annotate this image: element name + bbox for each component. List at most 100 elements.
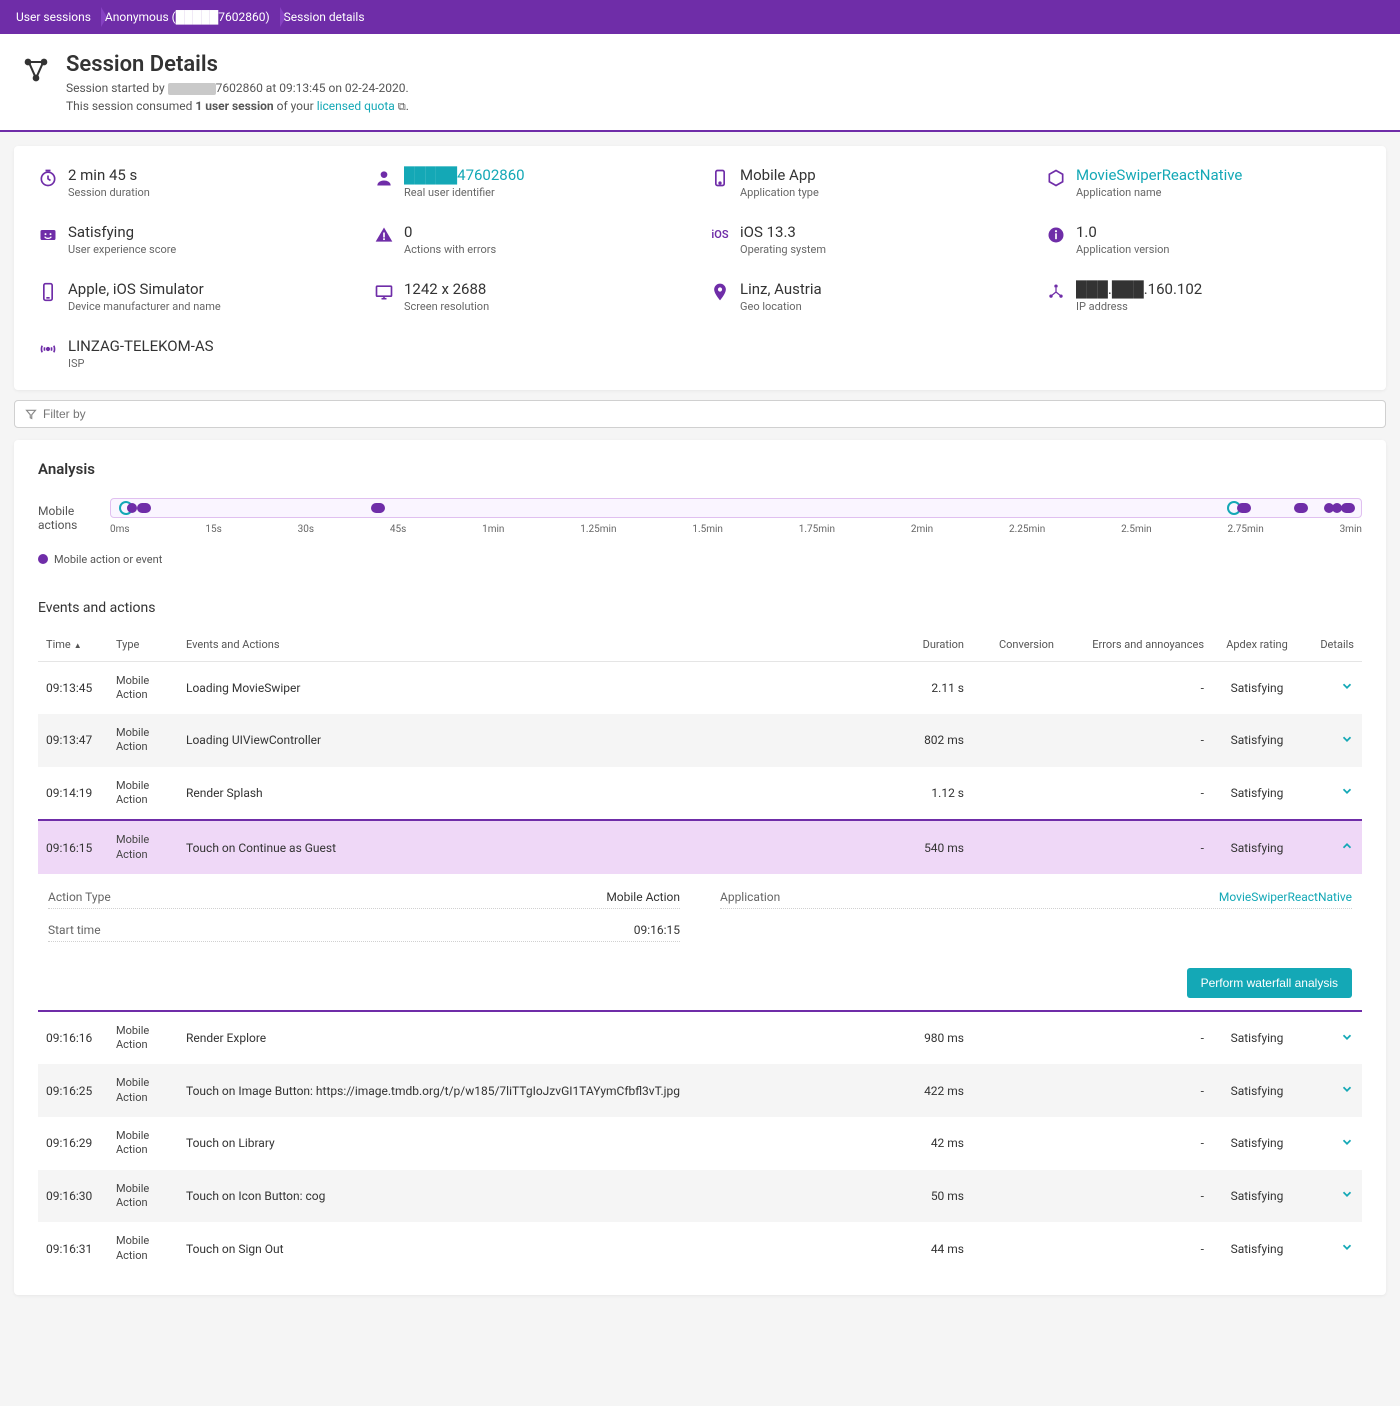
chevron-down-icon[interactable] — [1340, 1135, 1354, 1149]
header-subtitle-2: This session consumed 1 user session of … — [66, 97, 409, 116]
cell-details[interactable] — [1302, 661, 1362, 714]
hexagon-icon — [1046, 168, 1066, 188]
cell-details[interactable] — [1302, 714, 1362, 767]
timeline-tick: 2.5min — [1121, 524, 1152, 535]
chevron-down-icon[interactable] — [1340, 784, 1354, 798]
metric-isp: LINZAG-TELEKOM-AS ISP — [38, 337, 354, 370]
phone-icon — [38, 282, 58, 302]
cell-duration: 540 ms — [882, 820, 972, 874]
col-details[interactable]: Details — [1302, 628, 1362, 662]
cell-conversion — [972, 820, 1062, 874]
breadcrumb-item-sessions[interactable]: User sessions — [12, 8, 101, 26]
cell-duration: 422 ms — [882, 1064, 972, 1117]
cell-apdex: Satisfying — [1212, 1117, 1302, 1170]
table-row[interactable]: 09:13:47 MobileAction Loading UIViewCont… — [38, 714, 1362, 767]
cell-details[interactable] — [1302, 767, 1362, 821]
filter-bar[interactable] — [14, 400, 1386, 428]
metric-value: Linz, Austria — [740, 280, 822, 298]
cell-details[interactable] — [1302, 820, 1362, 874]
pin-icon — [710, 282, 730, 302]
metric-label: Actions with errors — [404, 243, 496, 256]
cell-details[interactable] — [1302, 1011, 1362, 1065]
metric-device-manufacturer-and-name: Apple, iOS Simulator Device manufacturer… — [38, 280, 354, 313]
timeline-tick: 0ms — [110, 524, 130, 535]
metric-label: Application name — [1076, 186, 1242, 199]
network-icon — [1046, 282, 1066, 302]
cell-details[interactable] — [1302, 1170, 1362, 1223]
cell-time: 09:16:30 — [38, 1170, 108, 1223]
chevron-down-icon[interactable] — [1340, 732, 1354, 746]
cell-action: Touch on Sign Out — [178, 1222, 882, 1275]
timeline-event[interactable] — [371, 503, 385, 513]
chevron-down-icon[interactable] — [1340, 1187, 1354, 1201]
cell-apdex: Satisfying — [1212, 1222, 1302, 1275]
timeline-tick: 30s — [298, 524, 314, 535]
timeline-event[interactable] — [1294, 503, 1308, 513]
cell-time: 09:16:31 — [38, 1222, 108, 1275]
cell-details[interactable] — [1302, 1117, 1362, 1170]
metric-label: Session duration — [68, 186, 150, 199]
metric-label: User experience score — [68, 243, 176, 256]
metric-value: 1242 x 2688 — [404, 280, 489, 298]
cell-duration: 44 ms — [882, 1222, 972, 1275]
cell-details[interactable] — [1302, 1222, 1362, 1275]
breadcrumb-item-anonymous[interactable]: Anonymous (█████7602860) — [101, 8, 280, 26]
table-row[interactable]: 09:16:15 MobileAction Touch on Continue … — [38, 820, 1362, 874]
col-apdex[interactable]: Apdex rating — [1212, 628, 1302, 662]
cell-apdex: Satisfying — [1212, 1011, 1302, 1065]
cell-duration: 1.12 s — [882, 767, 972, 821]
metric-value[interactable]: MovieSwiperReactNative — [1076, 166, 1242, 184]
chevron-down-icon[interactable] — [1340, 1240, 1354, 1254]
cell-type: MobileAction — [108, 661, 178, 714]
metric-label: Application version — [1076, 243, 1170, 256]
col-events-actions[interactable]: Events and Actions — [178, 628, 882, 662]
col-time[interactable]: Time▲ — [38, 628, 108, 662]
metrics-card: 2 min 45 s Session duration █████4760286… — [14, 146, 1386, 390]
table-row[interactable]: 09:16:30 MobileAction Touch on Icon Butt… — [38, 1170, 1362, 1223]
timeline-axis: 0ms15s30s45s1min1.25min1.5min1.75min2min… — [110, 524, 1362, 535]
col-conversion[interactable]: Conversion — [972, 628, 1062, 662]
cell-details[interactable] — [1302, 1064, 1362, 1117]
cell-errors: - — [1062, 1011, 1212, 1065]
col-duration[interactable]: Duration — [882, 628, 972, 662]
table-row[interactable]: 09:16:31 MobileAction Touch on Sign Out … — [38, 1222, 1362, 1275]
timeline-tick: 3min — [1340, 524, 1362, 535]
chevron-down-icon[interactable] — [1340, 679, 1354, 693]
timeline-row-label: Mobile actions — [38, 498, 98, 532]
metric-label: Device manufacturer and name — [68, 300, 221, 313]
metric-value[interactable]: █████47602860 — [404, 166, 525, 184]
timeline-event[interactable] — [127, 503, 137, 513]
chevron-up-icon[interactable] — [1340, 839, 1354, 853]
cell-conversion — [972, 1011, 1062, 1065]
cell-time: 09:13:47 — [38, 714, 108, 767]
table-row[interactable]: 09:16:16 MobileAction Render Explore 980… — [38, 1011, 1362, 1065]
cell-type: MobileAction — [108, 1064, 178, 1117]
table-row[interactable]: 09:14:19 MobileAction Render Splash 1.12… — [38, 767, 1362, 821]
col-type[interactable]: Type — [108, 628, 178, 662]
metric-value: Mobile App — [740, 166, 819, 184]
metric-value: 0 — [404, 223, 496, 241]
filter-input[interactable] — [43, 407, 1375, 421]
chevron-down-icon[interactable] — [1340, 1082, 1354, 1096]
metric-value: iOS 13.3 — [740, 223, 826, 241]
table-row[interactable]: 09:13:45 MobileAction Loading MovieSwipe… — [38, 661, 1362, 714]
metric-user-experience-score: Satisfying User experience score — [38, 223, 354, 256]
col-errors[interactable]: Errors and annoyances — [1062, 628, 1212, 662]
chevron-down-icon[interactable] — [1340, 1030, 1354, 1044]
cell-duration: 2.11 s — [882, 661, 972, 714]
timeline-track[interactable] — [110, 498, 1362, 518]
timeline-event[interactable] — [1237, 503, 1251, 513]
breadcrumb-item-details[interactable]: Session details — [280, 8, 375, 26]
cell-apdex: Satisfying — [1212, 1170, 1302, 1223]
timeline-event[interactable] — [1341, 503, 1355, 513]
clock-icon — [38, 168, 58, 188]
perform-waterfall-button[interactable]: Perform waterfall analysis — [1187, 968, 1352, 998]
cell-action: Loading MovieSwiper — [178, 661, 882, 714]
timeline-event[interactable] — [137, 503, 151, 513]
licensed-quota-link[interactable]: licensed quota — [317, 99, 395, 113]
detail-app-link[interactable]: MovieSwiperReactNative — [840, 890, 1352, 904]
metric-value: LINZAG-TELEKOM-AS — [68, 337, 214, 355]
table-row[interactable]: 09:16:29 MobileAction Touch on Library 4… — [38, 1117, 1362, 1170]
cell-type: MobileAction — [108, 714, 178, 767]
table-row[interactable]: 09:16:25 MobileAction Touch on Image But… — [38, 1064, 1362, 1117]
